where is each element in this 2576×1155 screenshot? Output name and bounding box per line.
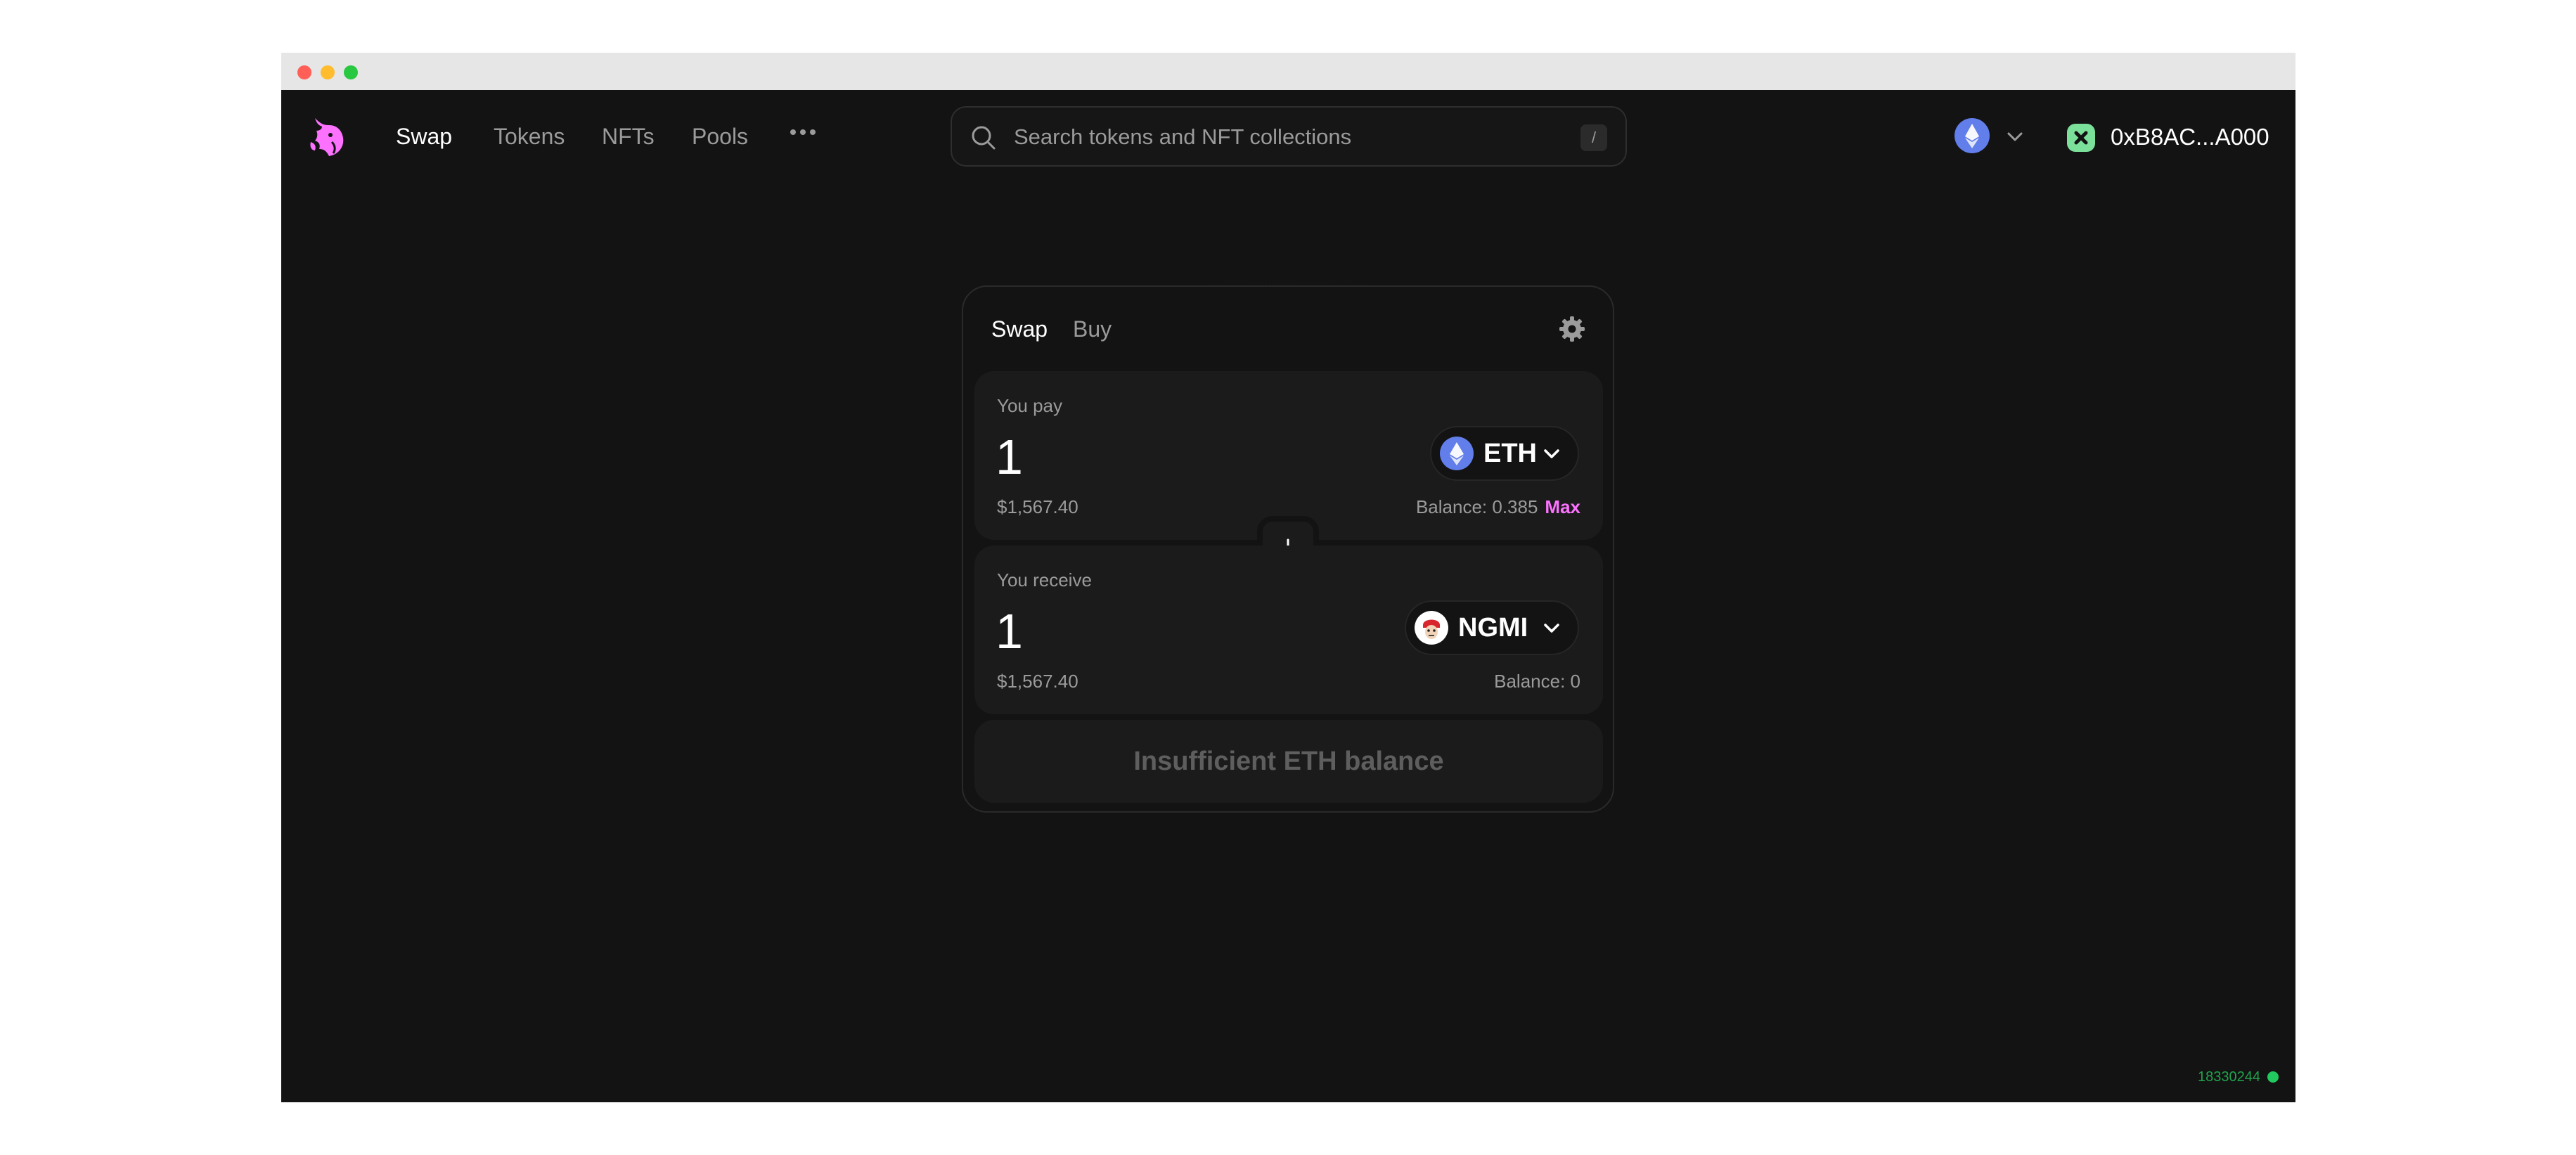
pay-token-symbol: ETH <box>1483 439 1537 468</box>
status-dot <box>2267 1071 2279 1083</box>
chevron-down-icon <box>1544 624 1559 633</box>
nav-pools[interactable]: Pools <box>692 122 748 150</box>
nav-tokens[interactable]: Tokens <box>494 122 565 150</box>
tab-buy[interactable]: Buy <box>1073 315 1112 343</box>
network-selector[interactable] <box>1954 117 2032 156</box>
maximize-window-button[interactable] <box>344 65 358 79</box>
receive-amount-input[interactable] <box>996 602 1347 661</box>
swap-card: Swap Buy You pay 1 $1,567.40 ETH Balance… <box>962 285 1614 813</box>
receive-balance: Balance: 0 <box>1494 671 1580 692</box>
search-bar[interactable]: / <box>951 106 1627 167</box>
account-button[interactable]: 0xB8AC...A000 <box>2067 117 2285 156</box>
nav-swap[interactable]: Swap <box>396 122 452 150</box>
window-titlebar <box>281 53 2295 90</box>
receive-panel: You receive $1,567.40 NGMI <box>974 546 1603 714</box>
pay-panel: You pay $1,567.40 ETH B <box>974 371 1603 540</box>
account-address: 0xB8AC...A000 <box>2111 124 2269 150</box>
ethereum-icon <box>1440 437 1474 470</box>
unicorn-logo-icon[interactable] <box>305 114 347 159</box>
ellipsis-icon[interactable] <box>789 125 817 139</box>
max-button[interactable]: Max <box>1545 496 1580 517</box>
close-window-button[interactable] <box>297 65 311 79</box>
chevron-down-icon <box>1544 449 1559 458</box>
block-number[interactable]: 18330244 <box>2198 1069 2260 1085</box>
pay-balance: Balance: 0.385 <box>1415 496 1538 517</box>
tab-swap[interactable]: Swap <box>991 315 1048 343</box>
receive-token-selector[interactable]: NGMI <box>1405 600 1579 655</box>
ngmi-token-icon <box>1415 611 1448 645</box>
pay-amount-input[interactable] <box>996 427 1347 486</box>
pay-token-selector[interactable]: ETH <box>1430 426 1579 481</box>
receive-usd-value: $1,567.40 <box>997 671 1078 692</box>
ethereum-icon <box>1954 118 1990 153</box>
nav-nfts[interactable]: NFTs <box>602 122 655 150</box>
pay-balance-row: Balance: 0.385 Max <box>1416 496 1580 517</box>
receive-label: You receive <box>997 569 1092 591</box>
browser-window: Swap Tokens NFTs Pools / <box>281 53 2295 1102</box>
account-avatar <box>2067 124 2095 152</box>
receive-balance-row: Balance: 0 <box>1494 671 1580 692</box>
pay-usd-value: $1,567.40 <box>997 496 1078 517</box>
app-body: Swap Tokens NFTs Pools / <box>281 90 2295 1102</box>
pay-label: You pay <box>997 395 1063 416</box>
search-input[interactable] <box>1014 123 1548 151</box>
chevron-down-icon <box>2007 132 2023 141</box>
search-icon <box>972 126 996 150</box>
insufficient-balance-button[interactable]: Insufficient ETH balance <box>974 720 1603 803</box>
minimize-window-button[interactable] <box>321 65 335 79</box>
receive-token-symbol: NGMI <box>1458 613 1528 643</box>
search-shortcut-key: / <box>1580 124 1607 151</box>
gear-icon[interactable] <box>1558 315 1586 343</box>
